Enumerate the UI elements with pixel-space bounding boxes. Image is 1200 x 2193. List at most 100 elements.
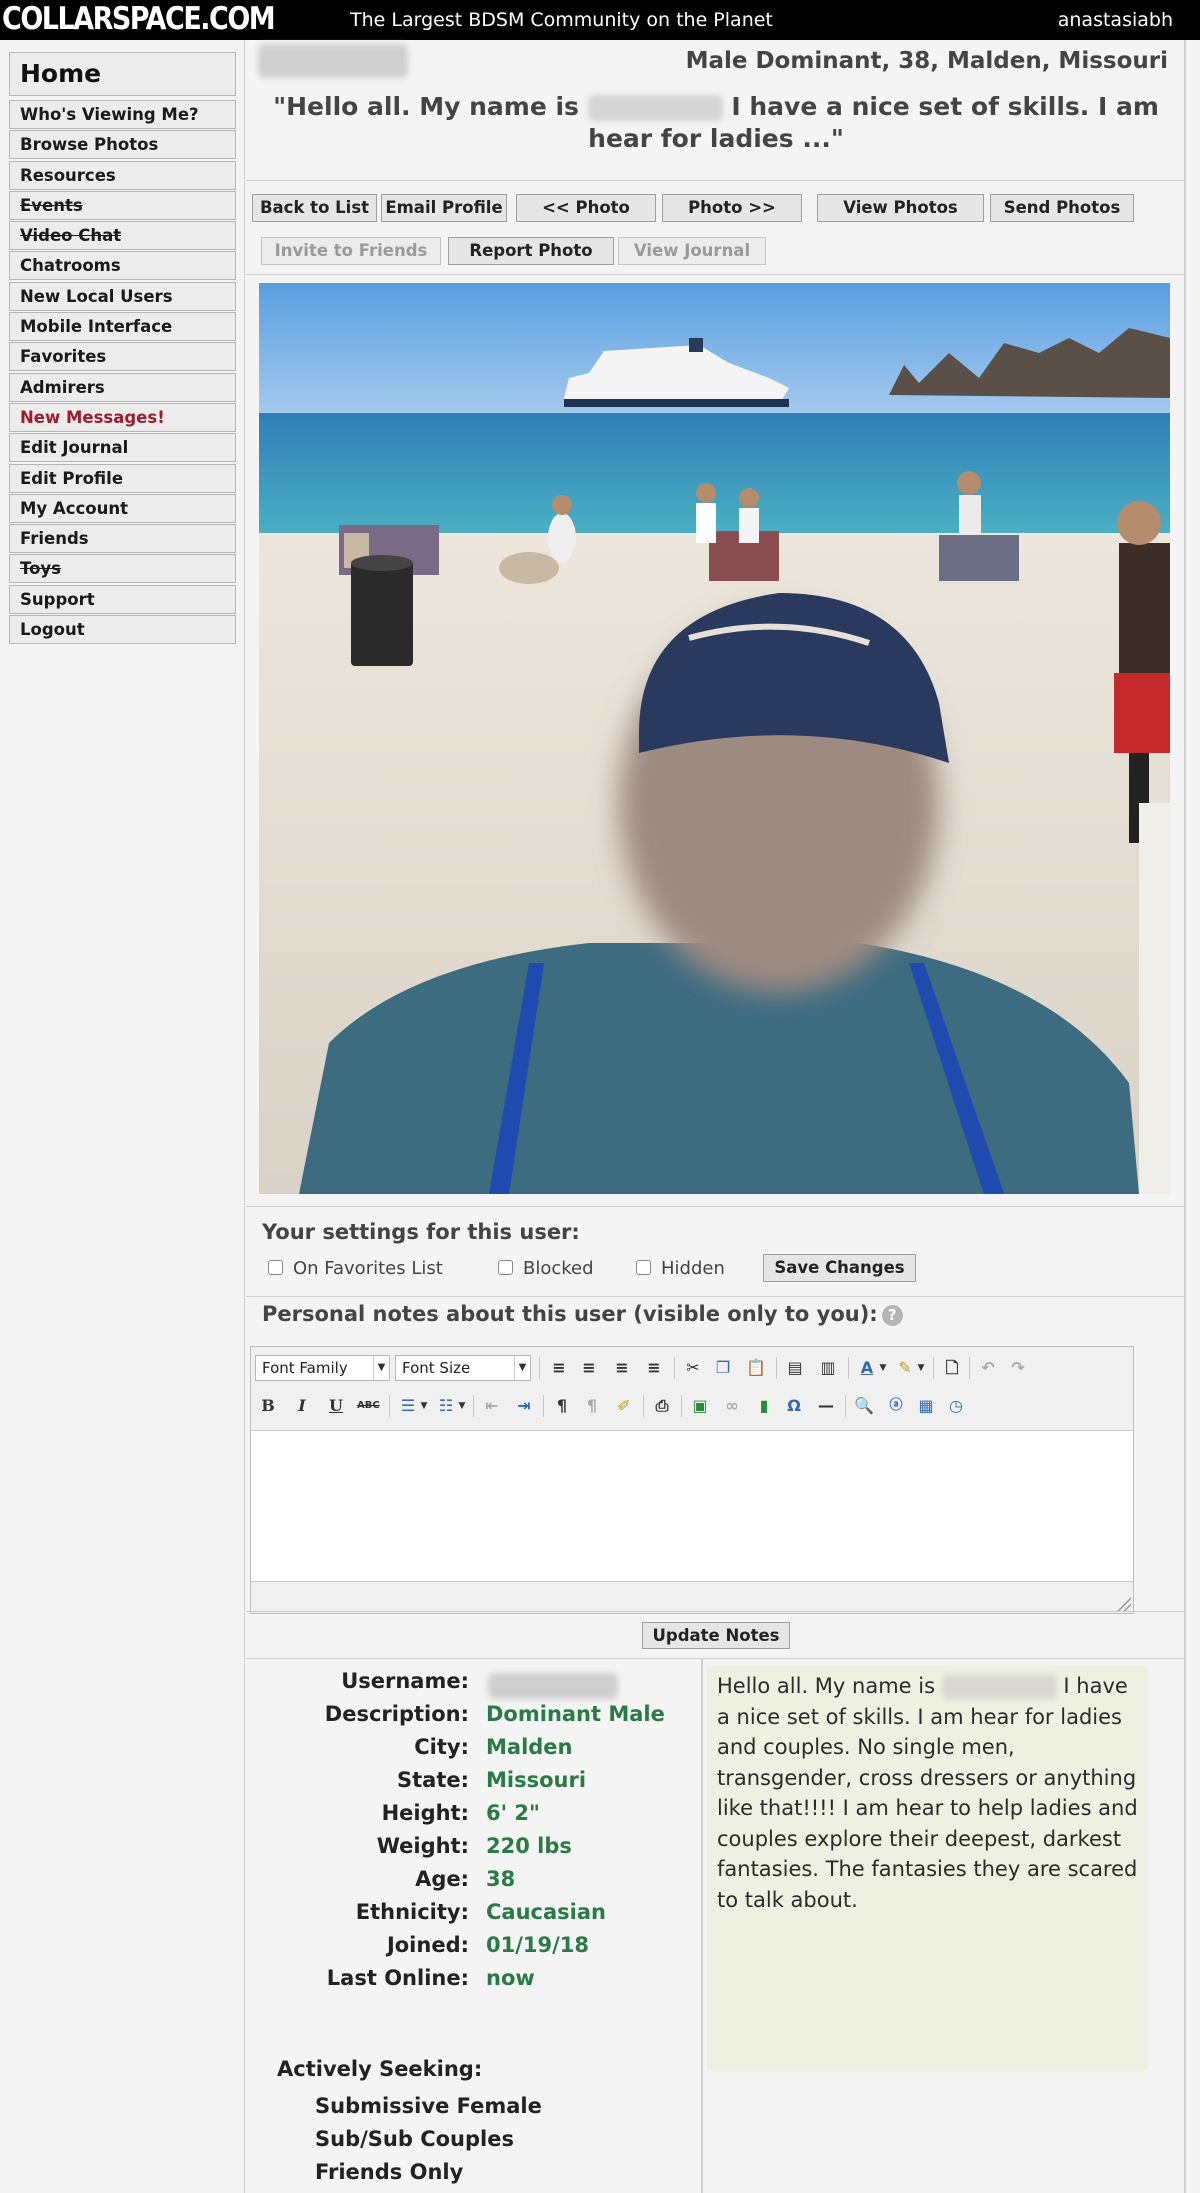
chevron-down-icon[interactable]: ▼ [418, 1395, 430, 1417]
sidebar-item-resources[interactable]: Resources [9, 160, 236, 190]
font-size-select[interactable]: Font Size ▼ [395, 1355, 531, 1381]
resize-grip-icon[interactable] [1117, 1597, 1131, 1611]
sidebar-item-logout[interactable]: Logout [9, 615, 236, 645]
detail-height: Height: 6' 2" [246, 1801, 703, 1834]
sidebar-item-admirers[interactable]: Admirers [9, 372, 236, 402]
replace-icon[interactable]: ⓐ [885, 1395, 907, 1417]
sidebar-item-my-account[interactable]: My Account [9, 493, 236, 523]
chevron-down-icon[interactable]: ▼ [877, 1357, 889, 1379]
detail-ethnicity: Ethnicity: Caucasian [246, 1900, 703, 1933]
paragraph-icon[interactable]: ¶ [551, 1395, 573, 1417]
bullet-list-icon[interactable]: ☰ [397, 1395, 419, 1417]
redo-icon[interactable]: ↷ [1007, 1357, 1029, 1379]
hidden-checkbox[interactable] [636, 1260, 651, 1275]
sidebar-item-friends[interactable]: Friends [9, 524, 236, 554]
help-icon[interactable]: ? [881, 1305, 903, 1326]
select-all-icon[interactable]: ▦ [915, 1395, 937, 1417]
paste-word-icon[interactable]: ▥ [817, 1357, 839, 1379]
font-family-select[interactable]: Font Family ▼ [255, 1355, 390, 1381]
sidebar-item-favorites[interactable]: Favorites [9, 342, 236, 372]
save-changes-button[interactable]: Save Changes [763, 1254, 916, 1282]
detail-label: Height: [381, 1801, 469, 1825]
seeking-item: Sub/Sub Couples [315, 2127, 514, 2151]
chevron-down-icon[interactable]: ▼ [456, 1395, 468, 1417]
outdent-icon[interactable]: ⇤ [481, 1395, 503, 1417]
email-profile-button[interactable]: Email Profile [381, 194, 507, 222]
align-left-icon[interactable]: ≡ [548, 1357, 570, 1379]
sidebar-item-new-local-users[interactable]: New Local Users [9, 281, 236, 311]
sidebar-item-events[interactable]: Events [9, 190, 236, 220]
current-username[interactable]: anastasiabh [1058, 0, 1173, 40]
paste-icon[interactable]: 📋 [745, 1357, 767, 1379]
site-logo[interactable]: COLLARSPACE.COM [2, 0, 276, 39]
view-photos-button[interactable]: View Photos [817, 194, 984, 222]
sidebar-item-edit-journal[interactable]: Edit Journal [9, 433, 236, 463]
detail-last-online: Last Online: now [246, 1966, 703, 1999]
cut-icon[interactable]: ✂ [682, 1357, 704, 1379]
sidebar-item-chatrooms[interactable]: Chatrooms [9, 251, 236, 281]
text-color-icon[interactable]: A [856, 1357, 878, 1379]
sidebar-item-video-chat[interactable]: Video Chat [9, 221, 236, 251]
special-character-icon[interactable]: Ω [783, 1395, 805, 1417]
insert-time-icon[interactable]: ◷ [945, 1395, 967, 1417]
divider [246, 180, 1186, 181]
divider [246, 1206, 1186, 1207]
detail-description: Description: Dominant Male [246, 1702, 703, 1735]
find-icon[interactable]: 🔍 [853, 1395, 875, 1417]
media-icon[interactable]: ▮ [753, 1395, 775, 1417]
sidebar-item-new-messages[interactable]: New Messages! [9, 402, 236, 432]
italic-icon[interactable]: I [291, 1395, 313, 1417]
sidebar-item-toys[interactable]: Toys [9, 554, 236, 584]
report-photo-button[interactable]: Report Photo [448, 237, 614, 265]
blocked-checkbox[interactable] [498, 1260, 513, 1275]
notes-title: Personal notes about this user (visible … [262, 1302, 903, 1326]
redacted-username [488, 1673, 618, 1699]
hidden-option[interactable]: Hidden [636, 1258, 725, 1279]
prev-photo-button[interactable]: << Photo [516, 194, 656, 222]
underline-icon[interactable]: U [325, 1395, 347, 1417]
sidebar-item-home[interactable]: Home [9, 52, 236, 96]
horizontal-rule-icon[interactable]: — [815, 1395, 837, 1417]
detail-value: Dominant Male [486, 1702, 665, 1726]
align-right-icon[interactable]: ≡ [611, 1357, 633, 1379]
new-document-icon[interactable]: 🗋 [941, 1357, 963, 1379]
sidebar-item-whos-viewing[interactable]: Who's Viewing Me? [9, 100, 236, 129]
numbered-list-icon[interactable]: ☷ [435, 1395, 457, 1417]
send-photos-button[interactable]: Send Photos [990, 194, 1134, 222]
sidebar-item-mobile-interface[interactable]: Mobile Interface [9, 312, 236, 342]
favorites-checkbox[interactable] [268, 1260, 283, 1275]
bold-icon[interactable]: B [257, 1395, 279, 1417]
strikethrough-icon[interactable]: ABC [357, 1395, 380, 1417]
profile-photo[interactable] [259, 283, 1170, 1194]
toolbar-separator [473, 1395, 474, 1417]
link-icon[interactable]: ∞ [721, 1395, 743, 1417]
sidebar-item-edit-profile[interactable]: Edit Profile [9, 463, 236, 493]
print-icon[interactable]: ⎙ [651, 1395, 673, 1417]
highlight-color-icon[interactable]: ✎ [894, 1357, 916, 1379]
blocked-option[interactable]: Blocked [498, 1258, 594, 1279]
align-center-icon[interactable]: ≡ [578, 1357, 600, 1379]
hidden-label: Hidden [661, 1258, 725, 1279]
view-journal-button[interactable]: View Journal [618, 237, 766, 265]
favorites-label: On Favorites List [293, 1258, 443, 1279]
notes-title-text: Personal notes about this user (visible … [262, 1302, 878, 1326]
paste-text-icon[interactable]: ▤ [784, 1357, 806, 1379]
paragraph-rtl-icon[interactable]: ¶ [581, 1395, 603, 1417]
undo-icon[interactable]: ↶ [977, 1357, 999, 1379]
detail-value: 6' 2" [486, 1801, 540, 1825]
back-to-list-button[interactable]: Back to List [252, 194, 377, 222]
sidebar-item-support[interactable]: Support [9, 584, 236, 614]
invite-to-friends-button[interactable]: Invite to Friends [261, 237, 441, 265]
copy-icon[interactable]: ❐ [712, 1357, 734, 1379]
sidebar-item-browse-photos[interactable]: Browse Photos [9, 130, 236, 160]
next-photo-button[interactable]: Photo >> [662, 194, 802, 222]
toolbar-separator [845, 1395, 846, 1417]
align-justify-icon[interactable]: ≡ [643, 1357, 665, 1379]
update-notes-button[interactable]: Update Notes [642, 1622, 790, 1649]
clear-formatting-icon[interactable]: ✐ [613, 1395, 635, 1417]
notes-textarea[interactable] [251, 1430, 1133, 1582]
indent-icon[interactable]: ⇥ [513, 1395, 535, 1417]
chevron-down-icon[interactable]: ▼ [915, 1357, 927, 1379]
image-icon[interactable]: ▣ [689, 1395, 711, 1417]
favorites-option[interactable]: On Favorites List [268, 1258, 443, 1279]
